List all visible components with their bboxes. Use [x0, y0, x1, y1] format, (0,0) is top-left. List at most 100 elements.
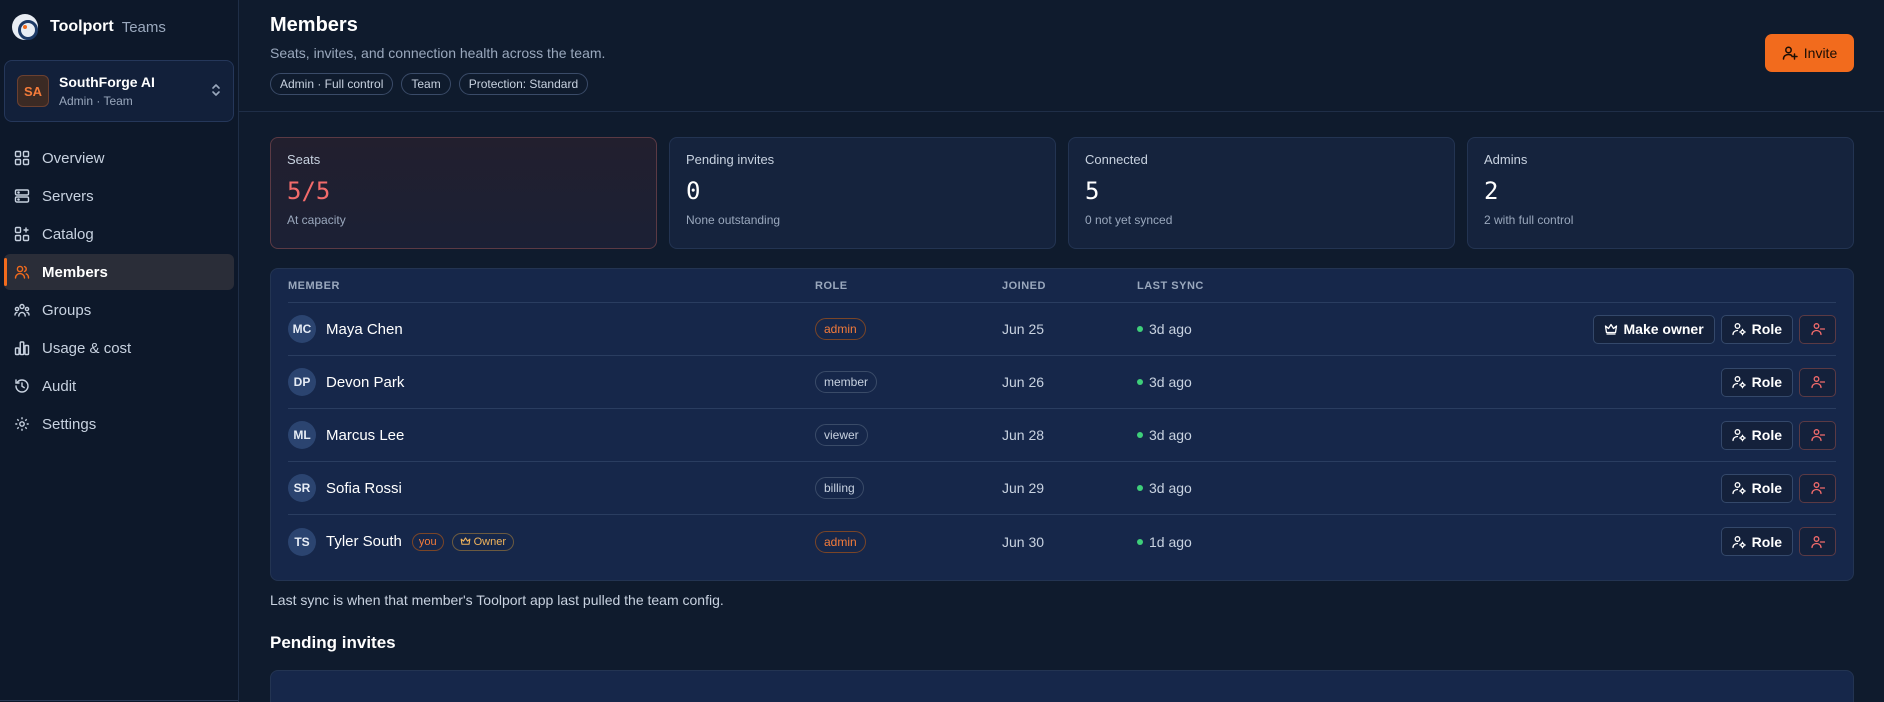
- role-button-label: Role: [1751, 374, 1782, 390]
- user-cog-icon: [1732, 376, 1746, 389]
- role-badge: admin: [815, 530, 866, 553]
- toolport-logo-icon: [12, 14, 38, 40]
- stat-note: 0 not yet synced: [1085, 213, 1173, 227]
- member-name: Sofia Rossi: [326, 479, 402, 497]
- table-row: MC Maya Chen admin Jun 25 3d ago Make ow…: [288, 303, 1836, 356]
- change-role-button[interactable]: Role: [1720, 527, 1793, 556]
- sidebar-item-catalog[interactable]: Catalog: [4, 216, 234, 252]
- change-role-button[interactable]: Role: [1720, 314, 1793, 344]
- joined-date: Jun 28: [1002, 427, 1045, 443]
- user-cog-icon: [1732, 482, 1746, 495]
- joined-date: Jun 25: [1002, 321, 1045, 337]
- grid-icon: [14, 150, 30, 166]
- page-title: Members: [270, 14, 358, 36]
- pending-invites-title: Pending invites: [270, 633, 396, 652]
- invite-button[interactable]: Invite: [1765, 34, 1854, 72]
- change-role-button[interactable]: Role: [1720, 420, 1793, 450]
- role-button-label: Role: [1751, 533, 1782, 550]
- sidebar-item-members[interactable]: Members: [4, 254, 234, 290]
- history-icon: [15, 379, 29, 393]
- brand-name: Toolport: [50, 18, 114, 35]
- sidebar-item-label: Groups: [42, 301, 92, 319]
- bar-chart-icon: [14, 341, 30, 356]
- remove-member-button[interactable]: [1799, 473, 1836, 503]
- sidebar-item-label: Catalog: [42, 225, 94, 243]
- stats-row: Seats 5/5 At capacity Pending invites 0 …: [239, 112, 1884, 249]
- member-name: Devon Park: [326, 373, 405, 391]
- stat-card-seats: Seats 5/5 At capacity: [270, 137, 657, 249]
- last-sync: 3d ago: [1149, 427, 1192, 443]
- team-role: Admin · Team: [59, 94, 133, 108]
- user-minus-icon: [1810, 376, 1825, 389]
- make-owner-label: Make owner: [1623, 321, 1704, 337]
- chip-access-level: Admin · Full control: [270, 73, 394, 95]
- user-plus-icon: [1782, 46, 1798, 60]
- team-name: SouthForge AI: [59, 74, 155, 90]
- make-owner-button[interactable]: Make owner: [1592, 314, 1715, 344]
- chip-plan: Team: [401, 73, 451, 95]
- sidebar-item-label: Usage & cost: [42, 339, 132, 357]
- gear-icon: [15, 417, 29, 431]
- role-badge: billing: [815, 477, 864, 499]
- joined-date: Jun 30: [1002, 533, 1045, 550]
- main-content: Members Seats, invites, and connection h…: [239, 0, 1884, 702]
- catalog-icon: [14, 226, 30, 242]
- remove-member-button[interactable]: [1799, 314, 1836, 344]
- role-badge: member: [815, 371, 878, 393]
- last-sync-footnote: Last sync is when that member's Toolport…: [270, 592, 724, 608]
- role-button-label: Role: [1751, 321, 1782, 337]
- sidebar-item-servers[interactable]: Servers: [4, 178, 234, 214]
- sidebar-item-groups[interactable]: Groups: [4, 292, 234, 328]
- users-icon: [14, 265, 30, 279]
- stat-card-admins: Admins 2 2 with full control: [1467, 137, 1854, 249]
- column-header-role: ROLE: [815, 279, 848, 292]
- sidebar-item-usage-cost[interactable]: Usage & cost: [4, 330, 234, 366]
- stat-note: None outstanding: [686, 213, 781, 227]
- chevron-up-down-icon: [211, 83, 221, 99]
- table-row: ML Marcus Lee viewer Jun 28 3d ago Role: [288, 409, 1836, 462]
- stat-value: 2: [1484, 177, 1499, 205]
- column-header-member: MEMBER: [288, 279, 340, 292]
- remove-member-button[interactable]: [1799, 527, 1836, 556]
- column-header-last-sync: LAST SYNC: [1137, 279, 1204, 292]
- sidebar: Toolport Teams SA SouthForge AI Admin · …: [0, 0, 239, 702]
- header-chips: Admin · Full control Team Protection: St…: [270, 73, 1853, 95]
- remove-member-button[interactable]: [1799, 367, 1836, 397]
- table-header: MEMBER ROLE JOINED LAST SYNC: [288, 269, 1836, 303]
- stat-note: At capacity: [287, 213, 346, 227]
- stat-label: Pending invites: [686, 152, 775, 167]
- sidebar-nav: Overview Servers Catalog Members Groups …: [4, 140, 234, 442]
- change-role-button[interactable]: Role: [1720, 473, 1793, 503]
- user-minus-icon: [1810, 323, 1825, 336]
- last-sync: 3d ago: [1149, 374, 1192, 390]
- team-switcher[interactable]: SA SouthForge AI Admin · Team: [4, 60, 234, 122]
- last-sync: 3d ago: [1149, 321, 1192, 337]
- member-name: Marcus Lee: [326, 426, 405, 444]
- user-cog-icon: [1732, 323, 1746, 336]
- chip-protection: Protection: Standard: [458, 73, 589, 95]
- brand: Toolport Teams: [4, 14, 234, 40]
- status-dot-icon: [1137, 326, 1143, 332]
- user-cog-icon: [1732, 429, 1746, 442]
- sidebar-item-overview[interactable]: Overview: [4, 140, 234, 176]
- page-header: Members Seats, invites, and connection h…: [239, 0, 1884, 112]
- invite-button-label: Invite: [1803, 45, 1838, 61]
- user-minus-icon: [1810, 535, 1825, 548]
- sidebar-item-label: Members: [42, 263, 108, 281]
- avatar: TS: [288, 527, 316, 556]
- avatar: SR: [288, 474, 316, 502]
- stat-value: 5: [1085, 177, 1100, 205]
- sidebar-item-settings[interactable]: Settings: [4, 406, 234, 442]
- sidebar-item-audit[interactable]: Audit: [4, 368, 234, 404]
- stat-label: Admins: [1484, 152, 1528, 167]
- stat-value: 5/5: [287, 177, 331, 205]
- crown-icon: [1604, 323, 1617, 335]
- members-table: MEMBER ROLE JOINED LAST SYNC MC Maya Che…: [270, 268, 1854, 581]
- stat-label: Connected: [1085, 152, 1148, 167]
- stat-note: 2 with full control: [1484, 213, 1574, 227]
- stat-label: Seats: [287, 152, 321, 167]
- owner-badge: Owner: [451, 532, 515, 551]
- remove-member-button[interactable]: [1799, 420, 1836, 450]
- change-role-button[interactable]: Role: [1720, 367, 1793, 397]
- table-row: TS Tyler South you Owner admin Jun 30 1d…: [288, 515, 1836, 568]
